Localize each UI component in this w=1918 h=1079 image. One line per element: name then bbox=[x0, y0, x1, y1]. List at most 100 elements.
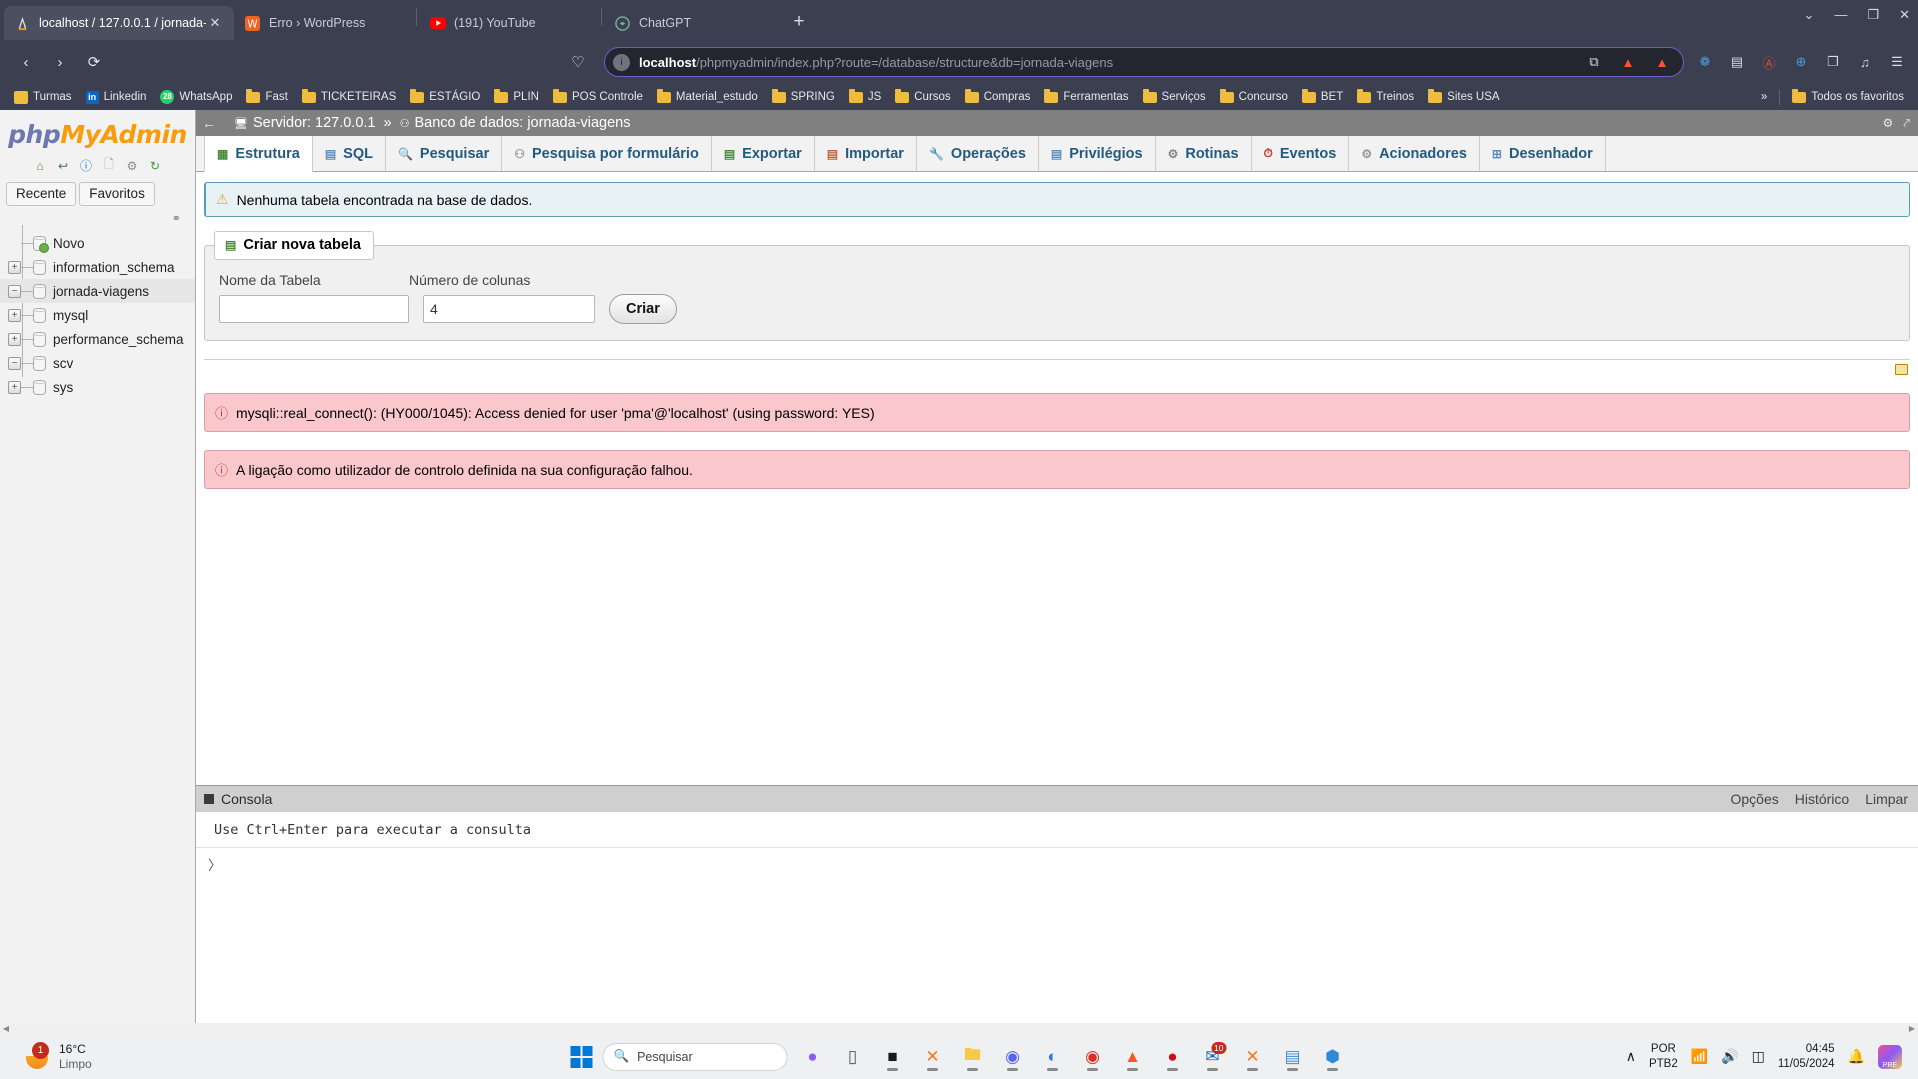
bookmark-spring[interactable]: SPRING bbox=[766, 89, 841, 105]
scrollbar-track[interactable] bbox=[12, 1025, 1906, 1032]
tab-operacoes[interactable]: 🔧 Operações bbox=[916, 136, 1039, 171]
back-icon[interactable]: ← bbox=[202, 115, 224, 131]
bookmark-servicos[interactable]: Serviços bbox=[1137, 89, 1212, 105]
tab-privilegios[interactable]: ▤ Privilégios bbox=[1038, 136, 1156, 171]
db-tree-item-jornada-viagens[interactable]: − jornada-viagens bbox=[0, 279, 195, 303]
help-icon[interactable]: ⓘ bbox=[78, 157, 95, 174]
tab-pesquisar[interactable]: 🔍 Pesquisar bbox=[385, 136, 503, 171]
bookmark-cursos[interactable]: Cursos bbox=[889, 89, 956, 105]
address-bar[interactable]: i localhost/phpmyadmin/index.php?route=/… bbox=[604, 47, 1684, 77]
db-tree-item-performance-schema[interactable]: + performance_schema bbox=[0, 327, 195, 351]
tab-rotinas[interactable]: ⚙ Rotinas bbox=[1155, 136, 1252, 171]
share-icon[interactable]: ⧉ bbox=[1583, 51, 1605, 73]
bookmark-js[interactable]: JS bbox=[843, 89, 887, 105]
pma-logo[interactable]: phpMyAdmin bbox=[0, 110, 195, 153]
wallet-icon[interactable]: ▤ bbox=[1726, 51, 1748, 73]
bookmark-pos-controle[interactable]: POS Controle bbox=[547, 89, 649, 105]
bookmark-sites-usa[interactable]: Sites USA bbox=[1422, 89, 1505, 105]
settings-icon[interactable]: ⚙ bbox=[1882, 116, 1893, 131]
discord-icon[interactable]: ◉ bbox=[998, 1042, 1028, 1072]
copilot-icon[interactable]: ● bbox=[798, 1042, 828, 1072]
forward-icon[interactable]: › bbox=[44, 46, 76, 78]
notepad-icon[interactable]: ▤ bbox=[1278, 1042, 1308, 1072]
menu-icon[interactable]: ☰ bbox=[1886, 51, 1908, 73]
home-icon[interactable]: ⌂ bbox=[32, 157, 49, 174]
clock[interactable]: 04:45 11/05/2024 bbox=[1778, 1042, 1835, 1072]
settings-icon[interactable]: ⚙ bbox=[124, 157, 141, 174]
number-of-columns-input[interactable] bbox=[423, 295, 595, 323]
collapse-toggle-icon[interactable]: − bbox=[8, 356, 21, 370]
bookmark-treinos[interactable]: Treinos bbox=[1351, 89, 1420, 105]
bookmark-ticketeiras[interactable]: TICKETEIRAS bbox=[296, 89, 402, 105]
notification-bell-icon[interactable]: 🔔 bbox=[1848, 1048, 1865, 1065]
brave-shield-icon[interactable]: ▲ bbox=[1617, 51, 1639, 73]
volume-icon[interactable]: 🔊 bbox=[1721, 1048, 1738, 1065]
taskbar-search[interactable]: 🔍 Pesquisar bbox=[602, 1042, 788, 1071]
bookmark-linkedin[interactable]: in Linkedin bbox=[80, 89, 153, 106]
print-view-icon[interactable] bbox=[1895, 364, 1908, 375]
copilot-tray-icon[interactable]: PRE bbox=[1878, 1044, 1902, 1069]
db-tree-item-novo[interactable]: Novo bbox=[0, 231, 195, 255]
db-tree-item-sys[interactable]: + sys bbox=[0, 375, 195, 399]
tab-acionadores[interactable]: ⚙ Acionadores bbox=[1349, 136, 1480, 171]
window-minimize-icon[interactable]: — bbox=[1834, 8, 1847, 21]
tab-eventos[interactable]: ⏱ Eventos bbox=[1251, 136, 1350, 171]
taskview-icon[interactable]: ▯ bbox=[838, 1042, 868, 1072]
window-close-icon[interactable]: ✕ bbox=[1899, 8, 1910, 21]
browser-tab-1[interactable]: W Erro › WordPress bbox=[234, 6, 414, 40]
bookmark-whatsapp[interactable]: 28 WhatsApp bbox=[154, 88, 238, 106]
expand-toggle-icon[interactable]: + bbox=[8, 260, 21, 274]
bookmark-estagio[interactable]: ESTÁGIO bbox=[404, 89, 486, 105]
bookmark-icon[interactable]: ♡ bbox=[562, 46, 594, 78]
bookmark-all-bookmarks[interactable]: Todos os favoritos bbox=[1786, 89, 1910, 105]
chrome-icon[interactable]: ◉ bbox=[1078, 1042, 1108, 1072]
tab-exportar[interactable]: ▤ Exportar bbox=[711, 136, 815, 171]
bookmark-bet[interactable]: BET bbox=[1296, 89, 1349, 105]
pma-tab-recente[interactable]: Recente bbox=[6, 182, 77, 206]
breadcrumb-server[interactable]: Servidor: 127.0.0.1 bbox=[253, 115, 376, 131]
window-extra-icon[interactable]: ⌄ bbox=[1804, 8, 1815, 21]
wifi-icon[interactable]: 📶 bbox=[1691, 1048, 1708, 1065]
tray-chevron-icon[interactable]: ∧ bbox=[1626, 1048, 1636, 1065]
language-indicator[interactable]: POR PTB2 bbox=[1649, 1042, 1678, 1071]
docs-icon[interactable]: 🗋 bbox=[101, 157, 118, 174]
tab-pesquisa-por-formulario[interactable]: ⚇ Pesquisa por formulário bbox=[502, 136, 712, 171]
explorer-icon[interactable]: 🖿 bbox=[958, 1042, 988, 1072]
db-tree-item-mysql[interactable]: + mysql bbox=[0, 303, 195, 327]
collapse-icon[interactable]: ⤤ bbox=[1903, 116, 1910, 131]
nav-resize-handle[interactable]: ⚭ bbox=[0, 206, 195, 225]
brave-icon[interactable]: ▲ bbox=[1118, 1042, 1148, 1072]
tab-importar[interactable]: ▤ Importar bbox=[814, 136, 917, 171]
breadcrumb-database[interactable]: Banco de dados: jornada-viagens bbox=[414, 115, 630, 131]
bookmark-fast[interactable]: Fast bbox=[240, 89, 293, 105]
extension-puzzle-icon[interactable]: ⊕ bbox=[1790, 51, 1812, 73]
windows-start-icon[interactable] bbox=[570, 1045, 593, 1068]
screenshot-icon[interactable]: ❐ bbox=[1822, 51, 1844, 73]
tab-estrutura[interactable]: ▦ Estrutura bbox=[204, 136, 313, 172]
console-prompt[interactable]: 〉 bbox=[196, 848, 1918, 874]
horizontal-scrollbar[interactable]: ◀ ▶ bbox=[0, 1023, 1918, 1034]
reload-icon[interactable]: ⟳ bbox=[78, 46, 110, 78]
browser-tab-3[interactable]: ChatGPT bbox=[604, 6, 784, 40]
edge-icon[interactable]: ◐ bbox=[1038, 1042, 1068, 1072]
adobe-icon[interactable]: Ⓐ bbox=[1758, 51, 1780, 73]
bookmark-material-estudo[interactable]: Material_estudo bbox=[651, 89, 764, 105]
bookmark-ferramentas[interactable]: Ferramentas bbox=[1038, 89, 1134, 105]
console-body[interactable]: Use Ctrl+Enter para executar a consulta … bbox=[196, 812, 1918, 1034]
tab-sql[interactable]: ▤ SQL bbox=[312, 136, 386, 171]
db-tree-item-scv[interactable]: − scv bbox=[0, 351, 195, 375]
xampp-control-icon[interactable]: ✕ bbox=[1238, 1042, 1268, 1072]
scroll-left-icon[interactable]: ◀ bbox=[0, 1024, 12, 1033]
brave-lion-icon[interactable]: ▲ bbox=[1651, 51, 1673, 73]
db-tree-item-information-schema[interactable]: + information_schema bbox=[0, 255, 195, 279]
refresh-icon[interactable]: ↻ bbox=[147, 157, 164, 174]
scroll-right-icon[interactable]: ▶ bbox=[1906, 1024, 1918, 1033]
outlook-icon[interactable]: ✉ 10 bbox=[1198, 1041, 1228, 1072]
pma-tab-favoritos[interactable]: Favoritos bbox=[79, 182, 155, 206]
bookmark-plin[interactable]: PLIN bbox=[488, 89, 545, 105]
tab-desenhador[interactable]: ⊞ Desenhador bbox=[1479, 136, 1606, 171]
new-tab-button[interactable]: + bbox=[784, 7, 814, 37]
logout-icon[interactable]: ↩ bbox=[55, 157, 72, 174]
expand-toggle-icon[interactable]: + bbox=[8, 380, 21, 394]
back-icon[interactable]: ‹ bbox=[10, 46, 42, 78]
